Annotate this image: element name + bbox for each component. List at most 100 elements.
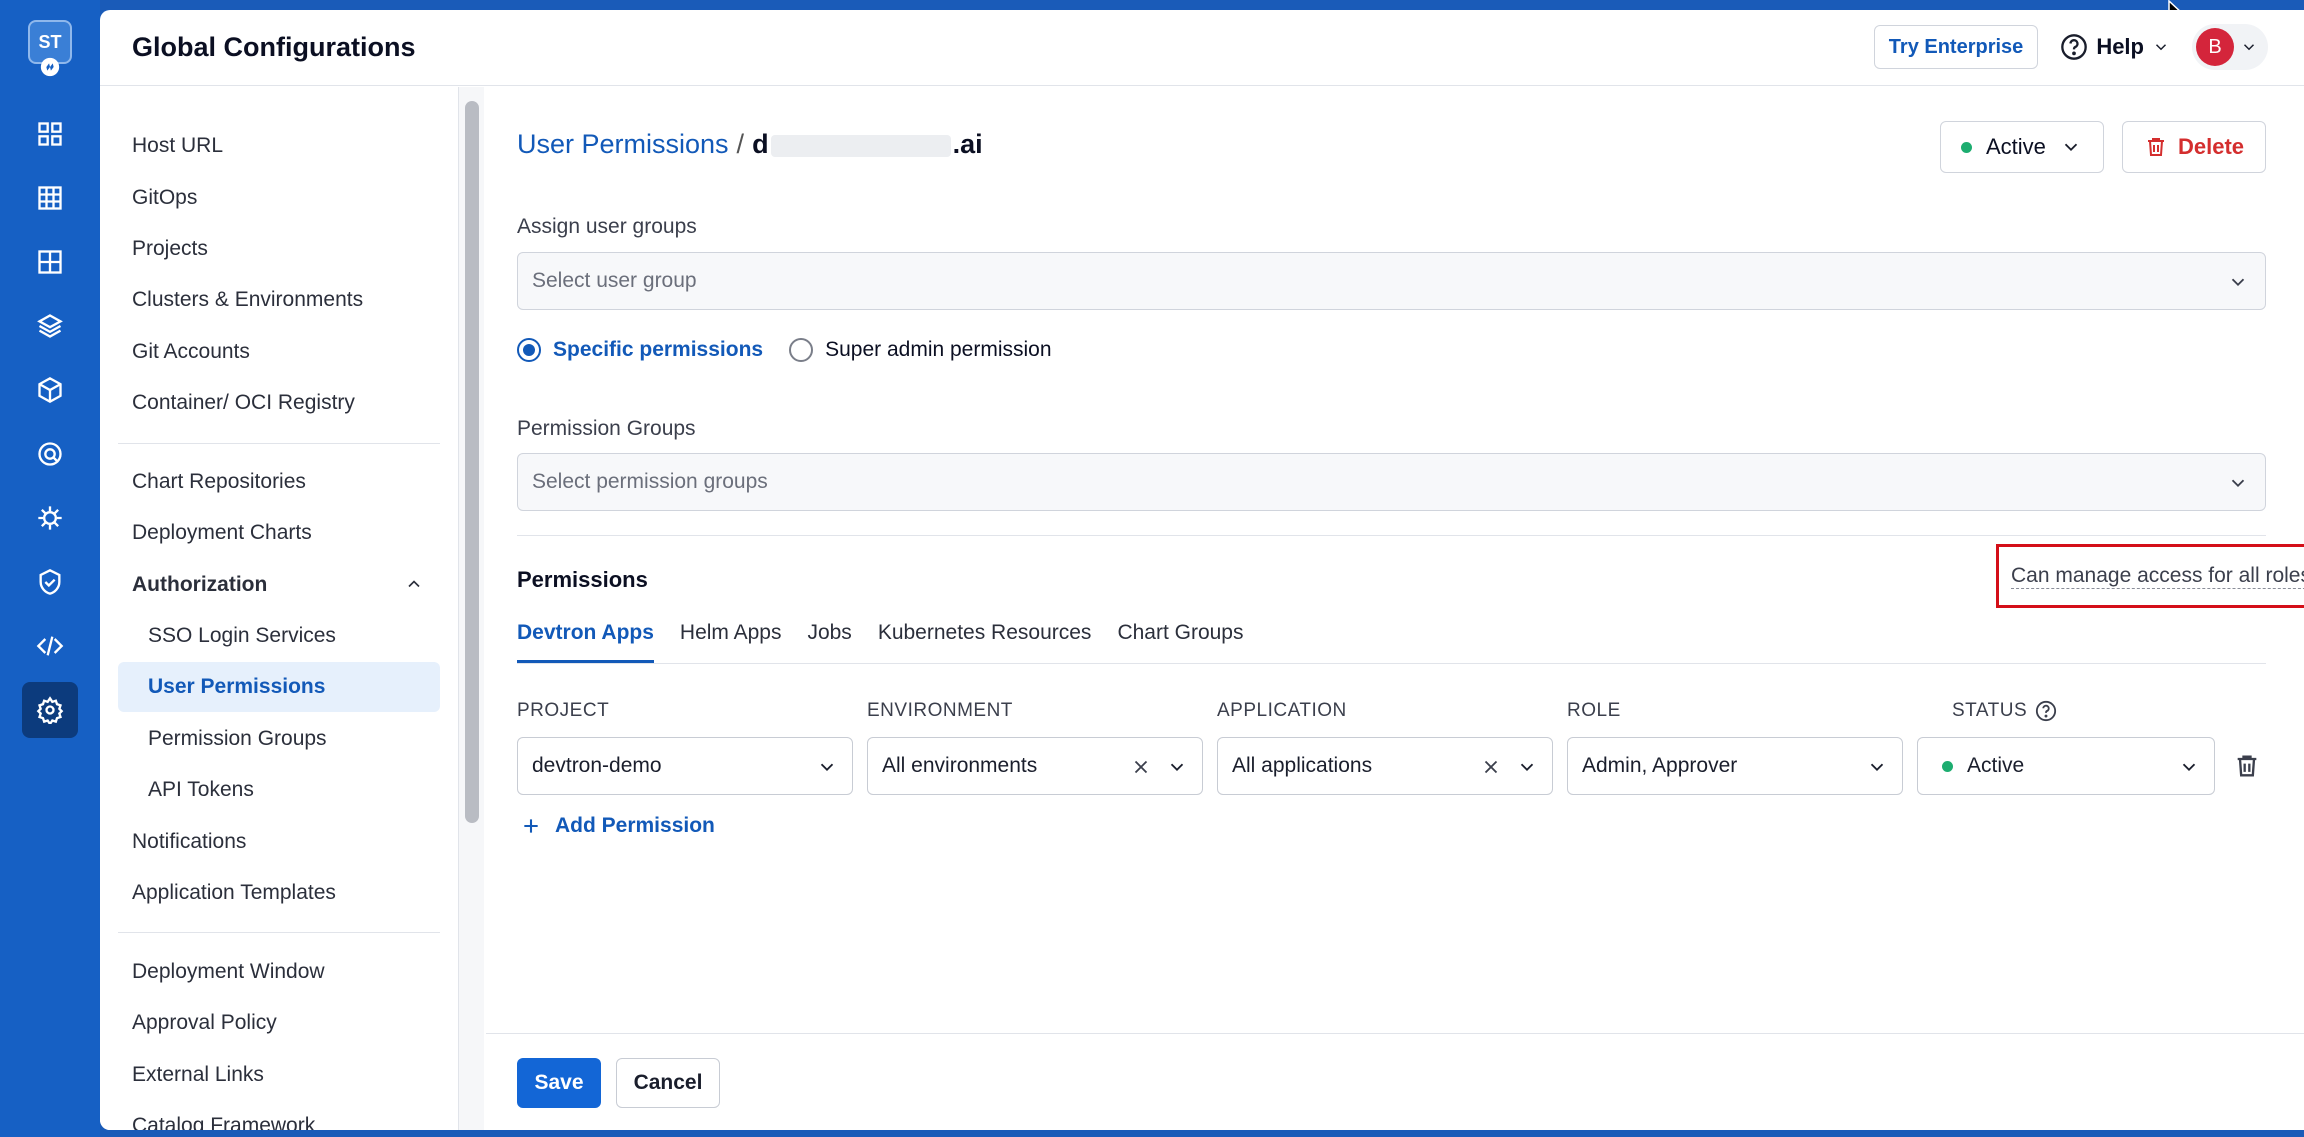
sidebar-item-approval-policy[interactable]: Approval Policy (118, 998, 440, 1048)
trash-icon[interactable] (2233, 752, 2261, 780)
chevron-down-icon (2243, 44, 2255, 51)
status-dot-icon (1961, 141, 1972, 153)
devtron-logo-icon (40, 57, 60, 77)
tab-chart-groups[interactable]: Chart Groups (1117, 615, 1243, 663)
redacted-email (770, 134, 951, 157)
try-enterprise-button[interactable]: Try Enterprise (1873, 25, 2039, 69)
chevron-up-icon (408, 580, 420, 588)
tab-helm-apps[interactable]: Helm Apps (680, 615, 782, 663)
sidebar-item-permission-groups[interactable]: Permission Groups (118, 714, 440, 764)
sidebar-item-api-tokens[interactable]: API Tokens (118, 765, 440, 815)
user-menu[interactable]: B (2192, 24, 2268, 70)
manage-access-label: Can manage access for all roles (2011, 564, 2304, 589)
form-footer: Save Cancel (486, 1033, 2304, 1130)
shield-icon[interactable] (22, 554, 78, 610)
sidebar-item-sso-login[interactable]: SSO Login Services (118, 611, 440, 661)
settings-icon[interactable] (22, 682, 78, 738)
permission-type-radios: Specific permissions Super admin permiss… (517, 338, 1052, 362)
chevron-down-icon (2155, 44, 2167, 51)
chevron-down-icon (2231, 479, 2245, 488)
breadcrumb: User Permissions / d .ai (517, 129, 983, 160)
tab-kubernetes-resources[interactable]: Kubernetes Resources (878, 615, 1092, 663)
project-select[interactable]: devtron-demo (517, 737, 853, 795)
sidebar-item-gitops[interactable]: GitOps (118, 173, 440, 223)
sidebar-item-host-url[interactable]: Host URL (118, 121, 440, 171)
cube-icon[interactable] (22, 362, 78, 418)
sidebar-scroll-thumb[interactable] (465, 101, 479, 823)
chevron-down-icon (1170, 763, 1184, 772)
user-permission-form: User Permissions / d .ai Active Delete As… (486, 87, 2304, 1130)
applications-icon[interactable] (22, 170, 78, 226)
sidebar-item-user-permissions[interactable]: User Permissions (118, 662, 440, 712)
chevron-down-icon (2182, 763, 2196, 772)
security-scan-icon[interactable] (22, 426, 78, 482)
chevron-down-icon (2231, 278, 2245, 287)
permission-groups-select[interactable]: Select permission groups (517, 453, 2266, 511)
trash-icon (2147, 138, 2164, 156)
column-header-application: APPLICATION (1217, 700, 1347, 721)
sidebar-divider (118, 932, 440, 933)
assign-groups-label: Assign user groups (517, 215, 697, 238)
sidebar-item-container-registry[interactable]: Container/ OCI Registry (118, 378, 440, 428)
layers-icon[interactable] (22, 298, 78, 354)
clear-icon[interactable] (1130, 756, 1152, 778)
sidebar-scrollbar[interactable] (458, 87, 484, 1130)
tab-jobs[interactable]: Jobs (807, 615, 851, 663)
tabs-divider (517, 663, 2266, 664)
sidebar-divider (118, 443, 440, 444)
sidebar-item-application-templates[interactable]: Application Templates (118, 868, 440, 918)
bug-icon[interactable] (22, 490, 78, 546)
environment-select[interactable]: All environments (867, 737, 1203, 795)
delete-user-button[interactable]: Delete (2122, 121, 2266, 173)
sidebar-item-external-links[interactable]: External Links (118, 1050, 440, 1100)
sidebar-item-deployment-charts[interactable]: Deployment Charts (118, 508, 440, 558)
permissions-heading: Permissions (517, 567, 648, 592)
help-icon (2061, 34, 2088, 60)
sidebar-item-authorization[interactable]: Authorization (118, 560, 440, 610)
column-header-environment: ENVIRONMENT (867, 700, 1013, 721)
sidebar-item-chart-repositories[interactable]: Chart Repositories (118, 457, 440, 507)
sidebar-item-clusters[interactable]: Clusters & Environments (118, 275, 440, 325)
user-group-select[interactable]: Select user group (517, 252, 2266, 310)
user-status-dropdown[interactable]: Active (1940, 121, 2104, 173)
page-title: Global Configurations (132, 32, 416, 62)
permission-groups-label: Permission Groups (517, 417, 696, 440)
chevron-down-icon (820, 763, 834, 772)
top-bar: Global Configurations Try Enterprise Hel… (100, 10, 2304, 86)
radio-specific-permissions[interactable]: Specific permissions (517, 338, 763, 362)
clear-icon[interactable] (1480, 756, 1502, 778)
code-icon[interactable] (22, 618, 78, 674)
save-button[interactable]: Save (517, 1058, 601, 1108)
avatar: B (2196, 28, 2234, 66)
help-icon[interactable] (2035, 700, 2057, 722)
radio-checked-icon (517, 338, 541, 362)
help-menu[interactable]: Help (2060, 33, 2170, 61)
cancel-button[interactable]: Cancel (616, 1058, 720, 1108)
sidebar-item-git-accounts[interactable]: Git Accounts (118, 327, 440, 377)
column-header-project: PROJECT (517, 700, 610, 721)
radio-super-admin[interactable]: Super admin permission (789, 338, 1052, 362)
role-select[interactable]: Admin, Approver (1567, 737, 1903, 795)
application-select[interactable]: All applications (1217, 737, 1553, 795)
sidebar-item-catalog-framework[interactable]: Catalog Framework (118, 1101, 440, 1130)
sidebar-item-projects[interactable]: Projects (118, 224, 440, 274)
breadcrumb-user-permissions[interactable]: User Permissions (517, 129, 729, 160)
sidebar-item-deployment-window[interactable]: Deployment Window (118, 947, 440, 997)
radio-unchecked-icon (789, 338, 814, 362)
tab-devtron-apps[interactable]: Devtron Apps (517, 615, 654, 663)
plus-icon (524, 819, 538, 833)
app-grid-icon[interactable] (22, 234, 78, 290)
chevron-down-icon (1870, 763, 1884, 772)
settings-sidebar: Host URL GitOps Projects Clusters & Envi… (100, 87, 484, 1130)
sidebar-item-notifications[interactable]: Notifications (118, 817, 440, 867)
user-email: d .ai (752, 129, 983, 159)
row-status-select[interactable]: Active (1917, 737, 2215, 795)
chevron-down-icon (1520, 763, 1534, 772)
permission-tabs: Devtron Apps Helm Apps Jobs Kubernetes R… (517, 615, 1244, 663)
overview-icon[interactable] (22, 106, 78, 162)
main-window: Global Configurations Try Enterprise Hel… (100, 10, 2304, 1130)
status-dot-icon (1942, 760, 1953, 772)
add-permission-button[interactable]: Add Permission (521, 814, 715, 838)
manage-access-highlight: Can manage access for all roles (1996, 544, 2304, 608)
column-header-role: ROLE (1567, 700, 1621, 721)
